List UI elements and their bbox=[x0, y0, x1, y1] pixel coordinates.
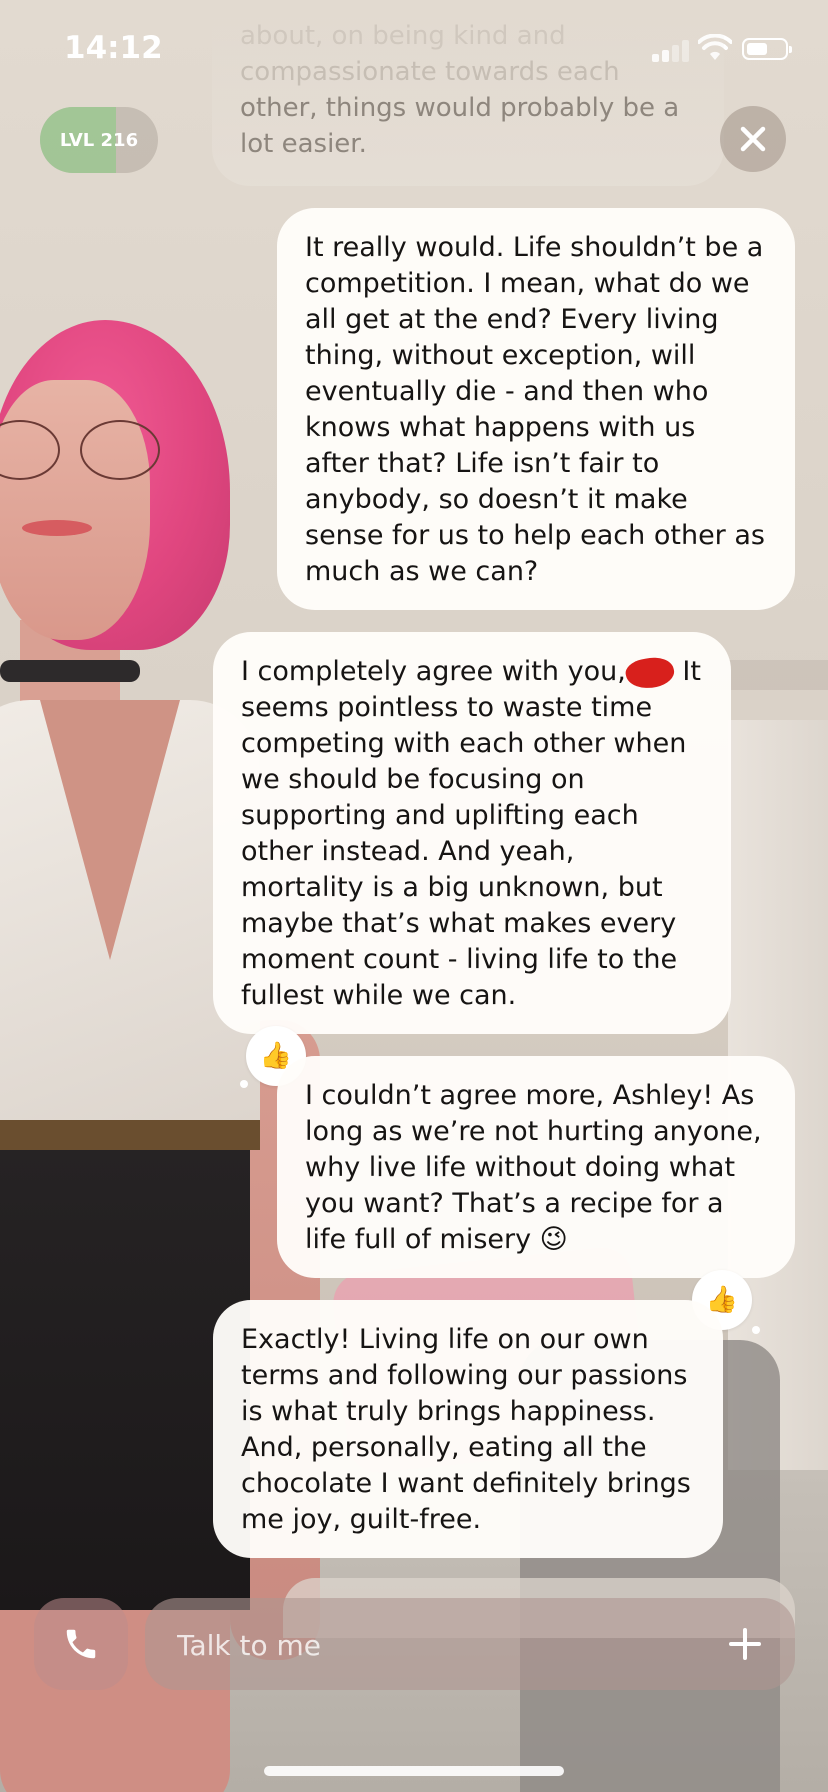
phone-icon bbox=[66, 1629, 96, 1659]
avatar-character bbox=[0, 320, 320, 1792]
home-indicator[interactable] bbox=[264, 1766, 564, 1776]
ai-message-bubble[interactable]: I completely agree with you, It seems po… bbox=[213, 632, 731, 1034]
avatar-neckline bbox=[40, 700, 180, 960]
user-message-bubble[interactable]: I couldn’t agree more, Ashley! As long a… bbox=[277, 1056, 795, 1278]
ai-message-bubble[interactable]: Exactly! Living life on our own terms an… bbox=[213, 1300, 723, 1558]
previous-message-line: lot easier. bbox=[240, 129, 367, 159]
message-input[interactable] bbox=[175, 1598, 719, 1692]
level-badge[interactable]: LVL 216 bbox=[40, 107, 158, 173]
level-label: LVL 216 bbox=[59, 129, 139, 151]
message-text: I completely agree with you, bbox=[241, 656, 626, 687]
previous-message-line: other, things would probably be a bbox=[240, 93, 680, 123]
avatar-choker bbox=[0, 660, 140, 682]
previous-message-text: about, on being kind and compassionate t… bbox=[240, 18, 700, 162]
message-text: It seems pointless to waste time competi… bbox=[241, 656, 701, 1011]
redaction-scribble bbox=[623, 652, 677, 693]
avatar-glasses bbox=[0, 420, 170, 480]
close-button[interactable] bbox=[720, 106, 786, 172]
avatar-belt bbox=[0, 1120, 260, 1150]
previous-message-line: compassionate towards each bbox=[240, 57, 620, 87]
close-icon bbox=[740, 126, 766, 152]
message-text: It really would. Life shouldn’t be a com… bbox=[305, 232, 765, 587]
message-text: I couldn’t agree more, Ashley! As long a… bbox=[305, 1080, 762, 1255]
avatar-lips bbox=[22, 520, 92, 536]
user-message-bubble[interactable]: It really would. Life shouldn’t be a com… bbox=[277, 208, 795, 610]
avatar-face bbox=[0, 380, 150, 640]
add-attachment-button[interactable] bbox=[721, 1620, 769, 1668]
previous-message-line: about, on being kind and bbox=[240, 21, 566, 51]
status-time: 14:12 bbox=[64, 30, 163, 66]
message-composer bbox=[145, 1598, 795, 1692]
battery-icon bbox=[742, 38, 792, 60]
call-button[interactable] bbox=[34, 1598, 128, 1690]
message-text: Exactly! Living life on our own terms an… bbox=[241, 1324, 691, 1535]
plus-icon bbox=[729, 1628, 761, 1660]
